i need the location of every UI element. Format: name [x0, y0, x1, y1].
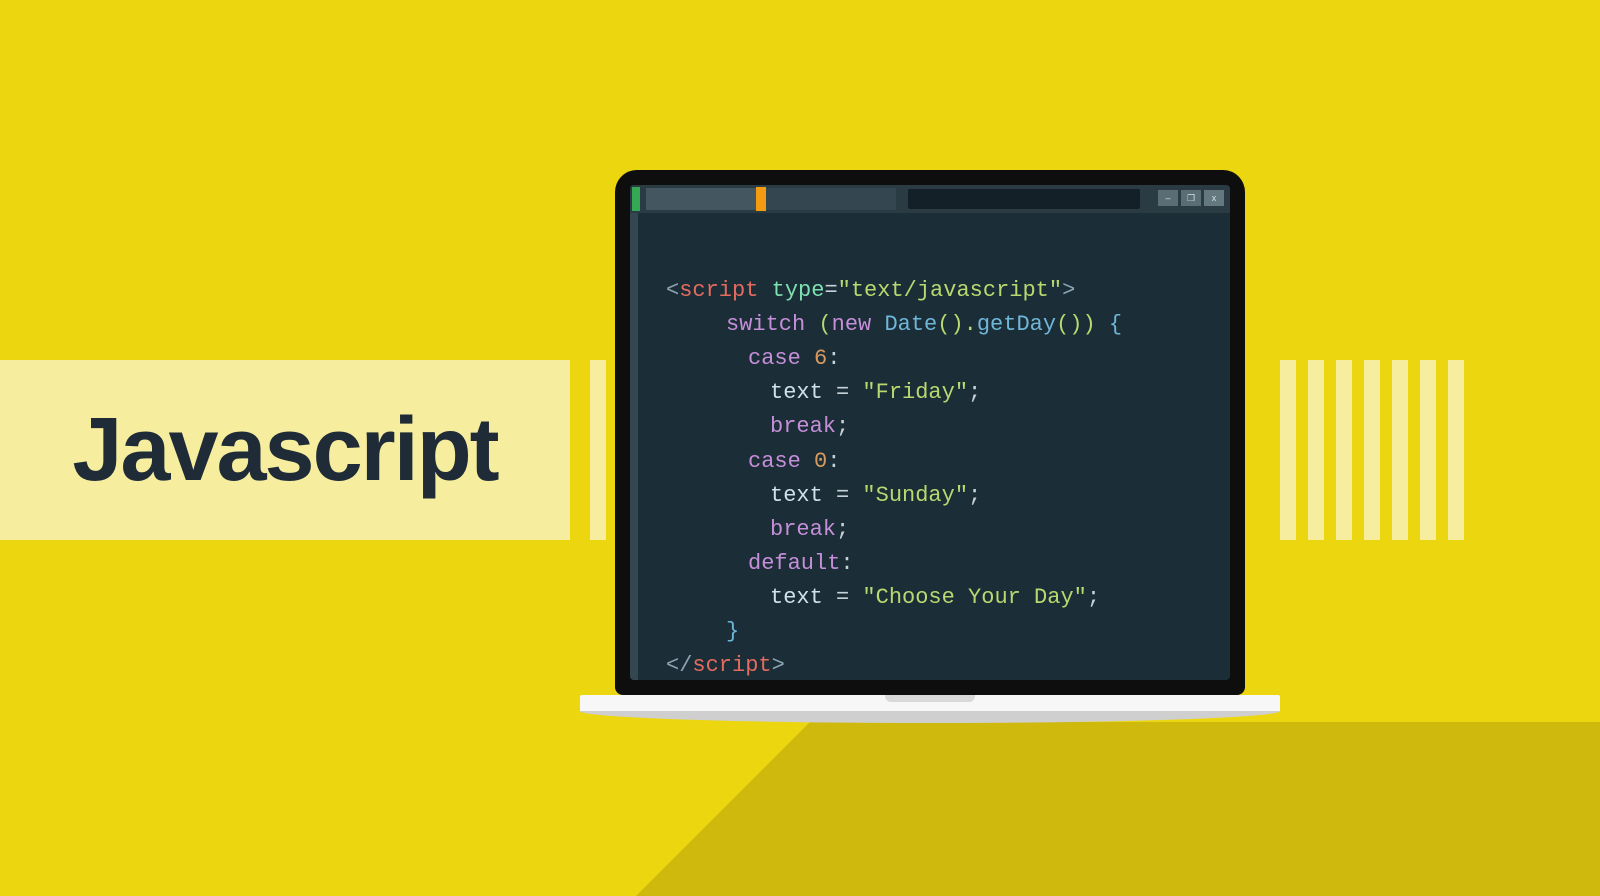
- code-token: "Choose Your Day": [862, 585, 1086, 610]
- code-token: ;: [836, 414, 849, 439]
- title-ribbon: Javascript: [0, 360, 570, 540]
- decorative-stripes-right: [1280, 360, 1464, 540]
- code-token: script: [679, 278, 758, 303]
- active-tab-indicator: [632, 187, 640, 211]
- maximize-button[interactable]: ❐: [1181, 190, 1201, 206]
- editor-path-bar: [908, 189, 1140, 209]
- laptop-screen: – ❐ x <script type="text/javascript"> sw…: [630, 185, 1230, 680]
- code-token: =: [824, 278, 837, 303]
- minimize-button[interactable]: –: [1158, 190, 1178, 206]
- code-token: ;: [836, 517, 849, 542]
- code-token: text: [770, 380, 836, 405]
- code-token: script: [692, 653, 771, 678]
- editor-tab-divider: [756, 187, 766, 211]
- code-token: ;: [968, 483, 981, 508]
- poster: Javascript – ❐: [0, 0, 1600, 896]
- code-token: type: [772, 278, 825, 303]
- code-token: :: [827, 449, 840, 474]
- code-block: <script type="text/javascript"> switch (…: [666, 240, 1214, 680]
- code-token: [758, 278, 771, 303]
- code-token: ().: [937, 312, 977, 337]
- window-controls: – ❐ x: [1158, 190, 1224, 206]
- code-token: getDay: [977, 312, 1056, 337]
- code-token: switch: [726, 312, 818, 337]
- code-token: (: [818, 312, 831, 337]
- code-token: :: [827, 346, 840, 371]
- laptop-lid: – ❐ x <script type="text/javascript"> sw…: [615, 170, 1245, 695]
- code-token: break: [770, 517, 836, 542]
- code-token: default: [748, 551, 840, 576]
- code-token: ()): [1056, 312, 1096, 337]
- code-token: </: [666, 653, 692, 678]
- title-text: Javascript: [72, 405, 497, 495]
- code-token: [1096, 312, 1109, 337]
- code-token: :: [840, 551, 853, 576]
- code-token: break: [770, 414, 836, 439]
- code-token: =: [836, 483, 862, 508]
- code-token: case: [748, 346, 814, 371]
- code-token: text: [770, 483, 836, 508]
- stage: Javascript – ❐: [0, 0, 1600, 896]
- code-token: "text/javascript": [838, 278, 1062, 303]
- laptop: – ❐ x <script type="text/javascript"> sw…: [580, 170, 1280, 725]
- code-token: "Friday": [862, 380, 968, 405]
- code-token: 0: [814, 449, 827, 474]
- close-button[interactable]: x: [1204, 190, 1224, 206]
- code-token: }: [726, 619, 739, 644]
- editor-tab[interactable]: [766, 188, 896, 210]
- code-token: Date: [884, 312, 937, 337]
- code-token: <: [666, 278, 679, 303]
- code-token: =: [836, 585, 862, 610]
- code-token: text: [770, 585, 836, 610]
- laptop-shadow: [0, 722, 1600, 896]
- code-token: new: [832, 312, 885, 337]
- code-token: ;: [968, 380, 981, 405]
- code-token: "Sunday": [862, 483, 968, 508]
- code-token: ;: [1087, 585, 1100, 610]
- editor-titlebar: – ❐ x: [630, 185, 1230, 213]
- code-token: >: [772, 653, 785, 678]
- code-token: >: [1062, 278, 1075, 303]
- code-token: {: [1109, 312, 1122, 337]
- editor-tab[interactable]: [646, 188, 756, 210]
- code-token: =: [836, 380, 862, 405]
- code-token: 6: [814, 346, 827, 371]
- laptop-base: [580, 695, 1280, 725]
- editor-gutter: [630, 213, 638, 680]
- code-token: case: [748, 449, 814, 474]
